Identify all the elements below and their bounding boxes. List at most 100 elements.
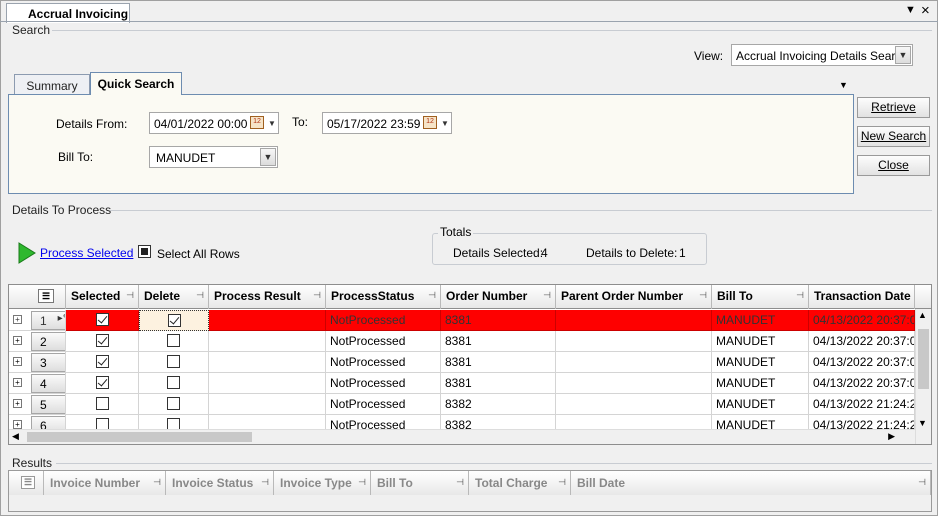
scroll-right-icon[interactable]: ▶ [888, 431, 895, 442]
selected-checkbox-cell[interactable] [66, 331, 139, 352]
results-column-invoice-type[interactable]: Invoice Type ⊣ [274, 471, 371, 495]
delete-checkbox[interactable] [167, 397, 180, 410]
expand-row-icon[interactable]: + [13, 315, 22, 324]
process-result-cell [209, 394, 326, 415]
results-column-bill-to[interactable]: Bill To ⊣ [371, 471, 469, 495]
selected-checkbox[interactable] [96, 334, 109, 347]
row-number[interactable]: 3 [31, 353, 65, 372]
selected-checkbox[interactable] [96, 313, 109, 326]
results-column-chooser[interactable]: ☰ [9, 471, 44, 495]
window-menu-icon[interactable]: ▼ [905, 4, 916, 16]
column-header-order-number[interactable]: Order Number ⊣ [441, 285, 556, 309]
delete-checkbox[interactable] [167, 355, 180, 368]
results-column-bill-date[interactable]: Bill Date ⊣ [571, 471, 931, 495]
chevron-down-icon[interactable]: ▼ [260, 148, 276, 166]
column-header-parent-order-number[interactable]: Parent Order Number ⊣ [556, 285, 712, 309]
play-icon[interactable] [17, 241, 37, 265]
table-row[interactable]: +4 NotProcessed 8381 MANUDET 04/13/2022 20:3… [9, 373, 915, 394]
row-number[interactable]: 1▸✎ [31, 311, 65, 330]
chevron-down-icon[interactable]: ▼ [268, 119, 276, 128]
row-header-cell[interactable]: +2 [9, 331, 66, 352]
delete-checkbox[interactable] [168, 314, 181, 327]
delete-checkbox-cell[interactable] [139, 352, 209, 373]
expand-row-icon[interactable]: + [13, 336, 22, 345]
expand-row-icon[interactable]: + [13, 378, 22, 387]
row-number[interactable]: 4 [31, 374, 65, 393]
calendar-icon[interactable]: 12 [250, 116, 264, 129]
row-header-cell[interactable]: +5 [9, 394, 66, 415]
column-chooser-cell[interactable]: ☰ [9, 285, 66, 309]
selected-checkbox[interactable] [96, 397, 109, 410]
bill-to-cell: MANUDET [712, 310, 809, 331]
row-header-cell[interactable]: +3 [9, 352, 66, 373]
details-group-label: Details To Process [12, 203, 112, 217]
details-from-field[interactable]: 04/01/2022 00:00 12 ▼ [149, 112, 279, 134]
column-header-selected[interactable]: Selected ⊣ [66, 285, 139, 309]
expand-row-icon[interactable]: + [13, 357, 22, 366]
scroll-up-icon[interactable]: ▲ [918, 310, 927, 320]
results-column-invoice-number[interactable]: Invoice Number ⊣ [44, 471, 166, 495]
tab-summary[interactable]: Summary [14, 74, 90, 95]
selected-checkbox[interactable] [96, 376, 109, 389]
delete-checkbox-cell[interactable] [139, 394, 209, 415]
row-header-cell[interactable]: +4 [9, 373, 66, 394]
column-header-delete[interactable]: Delete ⊣ [139, 285, 209, 309]
close-icon[interactable]: × [921, 2, 930, 19]
bill-to-value: MANUDET [156, 151, 216, 165]
scroll-down-icon[interactable]: ▼ [918, 418, 927, 428]
parent-order-cell [556, 373, 712, 394]
column-chooser-icon[interactable]: ☰ [21, 476, 35, 489]
retrieve-button[interactable]: Retrieve [857, 97, 930, 118]
tab-quick-search[interactable]: Quick Search [90, 72, 182, 95]
parent-order-cell [556, 310, 712, 331]
process-selected-link[interactable]: Process Selected [40, 246, 133, 260]
selected-checkbox-cell[interactable] [66, 373, 139, 394]
table-row[interactable]: +5 NotProcessed 8382 MANUDET 04/13/2022 21:2… [9, 394, 915, 415]
chevron-down-icon[interactable]: ▼ [441, 119, 449, 128]
table-row[interactable]: +2 NotProcessed 8381 MANUDET 04/13/2022 20:3… [9, 331, 915, 352]
calendar-icon[interactable]: 12 [423, 116, 437, 129]
scroll-left-icon[interactable]: ◀ [12, 431, 19, 442]
expand-row-icon[interactable]: + [13, 420, 22, 429]
to-date-field[interactable]: 05/17/2022 23:59 12 ▼ [322, 112, 452, 134]
column-header-process-status[interactable]: ProcessStatus ⊣ [326, 285, 441, 309]
delete-checkbox[interactable] [167, 376, 180, 389]
horizontal-scroll-thumb[interactable] [27, 432, 252, 442]
selected-checkbox-cell[interactable] [66, 352, 139, 373]
expand-row-icon[interactable]: + [13, 399, 22, 408]
new-search-button[interactable]: New Search [857, 126, 930, 147]
selected-checkbox-cell[interactable] [66, 310, 139, 331]
bill-to-combo[interactable]: MANUDET ▼ [149, 146, 278, 168]
column-header-transaction-date[interactable]: Transaction Date [809, 285, 915, 309]
tabs-dropdown-icon[interactable]: ▼ [839, 80, 848, 90]
vertical-scroll-thumb[interactable] [918, 329, 929, 389]
results-column-total-charge[interactable]: Total Charge ⊣ [469, 471, 571, 495]
selected-checkbox[interactable] [96, 355, 109, 368]
view-label: View: [694, 49, 724, 63]
row-header-cell[interactable]: +1▸✎ [9, 310, 66, 331]
delete-checkbox-cell[interactable] [139, 373, 209, 394]
column-header-process-result[interactable]: Process Result ⊣ [209, 285, 326, 309]
table-row[interactable]: +1▸✎ NotProcessed8381 MANUDET04/13/2022 20… [9, 310, 915, 331]
column-header-bill-to[interactable]: Bill To ⊣ [712, 285, 809, 309]
results-column-invoice-status[interactable]: Invoice Status ⊣ [166, 471, 274, 495]
vertical-scrollbar[interactable]: ▲ ▼ [915, 309, 931, 444]
table-row[interactable]: +3 NotProcessed 8381 MANUDET 04/13/2022 20:3… [9, 352, 915, 373]
tab-quick-search-label: Quick Search [97, 77, 175, 91]
delete-checkbox-cell[interactable] [139, 331, 209, 352]
view-combo[interactable]: Accrual Invoicing Details Searc ▼ [731, 44, 913, 66]
document-tab[interactable]: Accrual Invoicing [6, 3, 130, 23]
column-chooser-icon[interactable]: ☰ [38, 289, 54, 303]
row-number[interactable]: 2 [31, 332, 65, 351]
select-all-checkbox[interactable] [138, 245, 151, 258]
transaction-date-cell: 04/13/2022 20:37:01 [809, 373, 915, 394]
close-button[interactable]: Close [857, 155, 930, 176]
delete-checkbox-cell[interactable] [139, 310, 209, 331]
row-number[interactable]: 5 [31, 395, 65, 414]
delete-checkbox[interactable] [167, 334, 180, 347]
horizontal-scrollbar[interactable]: ◀ ▶ [9, 429, 915, 444]
chevron-down-icon[interactable]: ▼ [895, 46, 911, 64]
details-selected-label: Details Selected: [453, 246, 544, 260]
selected-checkbox-cell[interactable] [66, 394, 139, 415]
totals-label: Totals [438, 225, 474, 239]
